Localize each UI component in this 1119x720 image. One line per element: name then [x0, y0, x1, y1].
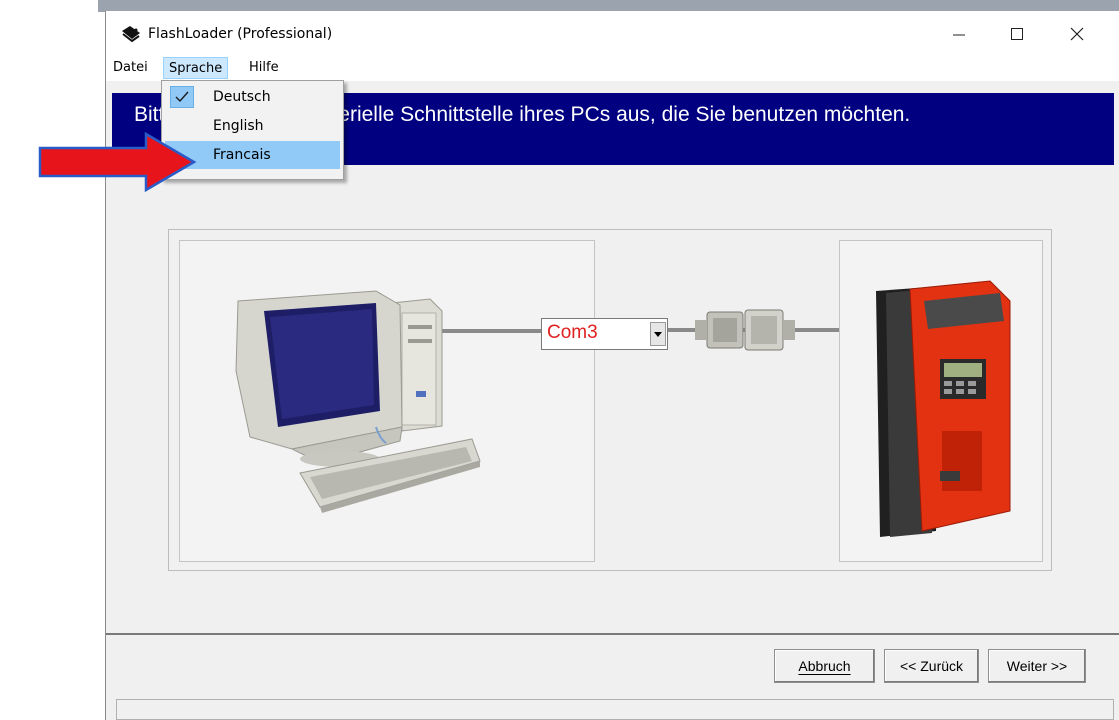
bottom-separator [106, 633, 1119, 635]
maximize-icon [1011, 28, 1023, 40]
menu-item-label: English [213, 118, 264, 134]
window-title: FlashLoader (Professional) [148, 26, 333, 42]
com-port-value: Com3 [547, 322, 598, 343]
close-icon [1070, 27, 1084, 41]
back-button-label: << Zurück [899, 658, 964, 674]
device-panel [839, 240, 1043, 562]
cancel-button[interactable]: Abbruch [774, 649, 875, 683]
title-bar: FlashLoader (Professional) [106, 11, 1119, 57]
minimize-icon [953, 34, 965, 36]
menu-hilfe[interactable]: Hilfe [244, 57, 284, 79]
checkmark-icon [170, 86, 194, 108]
cancel-button-label: Abbruch [798, 658, 851, 674]
status-bar [116, 699, 1114, 720]
menu-item-deutsch[interactable]: Deutsch [165, 83, 340, 111]
drive-device-illustration [876, 280, 1011, 537]
dropdown-arrow-button[interactable] [650, 322, 666, 346]
app-icon [122, 26, 140, 43]
maximize-button[interactable] [1002, 21, 1032, 47]
flashloader-window: FlashLoader (Professional) Datei Sprache… [105, 11, 1119, 720]
menu-sprache[interactable]: Sprache [163, 57, 229, 79]
minimize-button[interactable] [944, 21, 974, 47]
menu-item-label: Francais [213, 147, 271, 163]
pc-illustration [235, 290, 596, 513]
next-button-label: Weiter >> [1006, 658, 1068, 674]
menu-item-label: Deutsch [213, 89, 271, 105]
menu-bar: Datei Sprache Hilfe [106, 57, 1119, 81]
com-port-select[interactable]: Com3 [541, 318, 668, 350]
close-button[interactable] [1062, 21, 1092, 47]
back-button[interactable]: << Zurück [884, 649, 979, 683]
connection-illustration [168, 229, 1052, 571]
next-button[interactable]: Weiter >> [988, 649, 1086, 683]
pc-panel [179, 240, 596, 562]
dropdown-arrow-icon [654, 331, 662, 337]
menu-datei[interactable]: Datei [108, 57, 153, 79]
annotation-arrow [38, 132, 197, 192]
